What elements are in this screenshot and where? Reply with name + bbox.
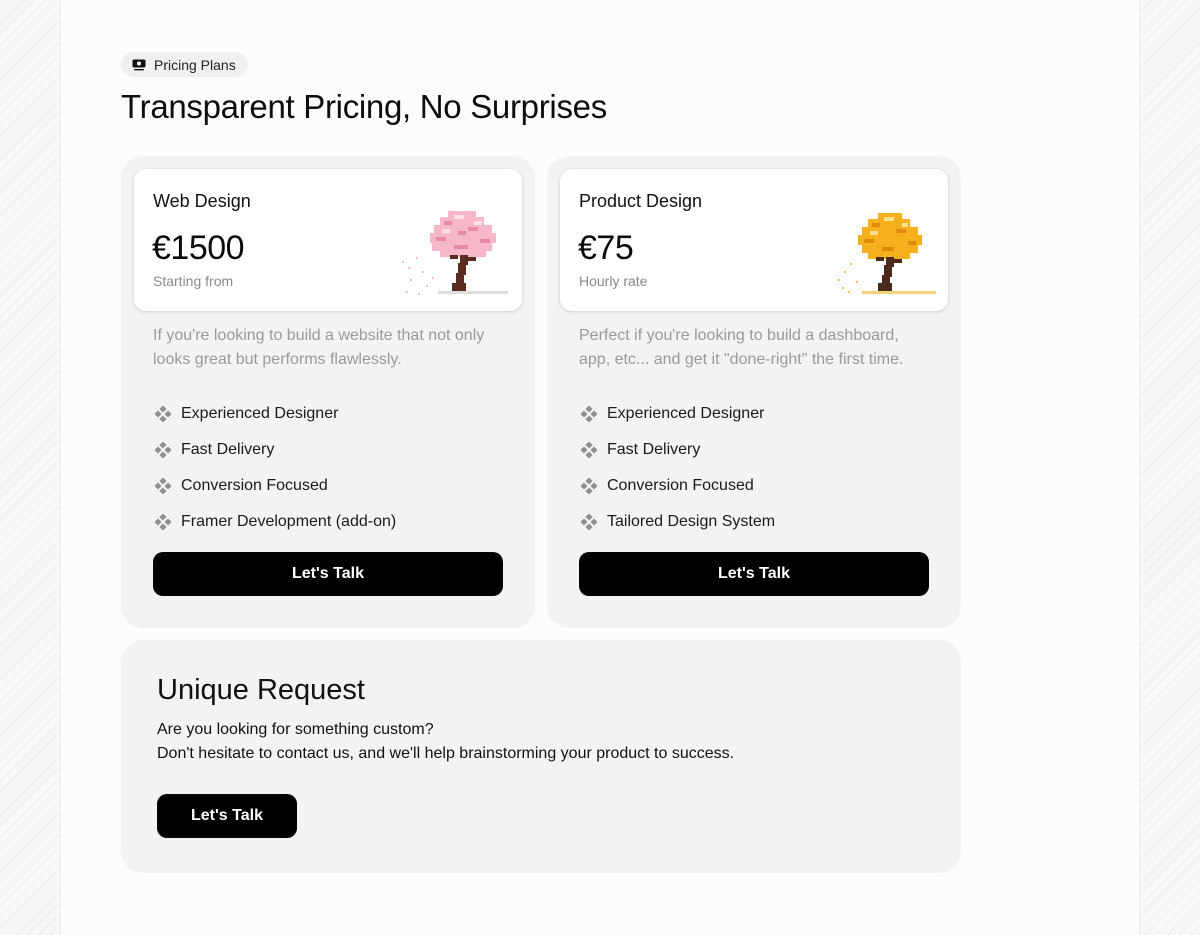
feature-label: Framer Development (add-on) [181,513,397,530]
lets-talk-button-unique-request[interactable]: Let's Talk [157,794,297,838]
badge-label: Pricing Plans [154,56,236,73]
unique-request-line: Don't hesitate to contact us, and we'll … [157,745,735,762]
lets-talk-button-product-design[interactable]: Let's Talk [579,552,929,596]
feature-label: Conversion Focused [181,477,328,494]
feature-label: Fast Delivery [181,441,275,458]
price-card: Web Design €1500 Starting from [134,169,522,311]
diamond-cluster-icon [580,513,598,531]
price-card: Product Design €75 Hourly rate [560,169,948,311]
feature-label: Experienced Designer [607,405,765,422]
money-icon [132,59,146,70]
feature-label: Tailored Design System [607,513,776,530]
unique-request-card: Unique Request Are you looking for somet… [121,640,961,873]
feature-item: Fast Delivery [153,432,396,468]
plan-price: €75 [578,229,634,267]
diamond-cluster-icon [154,513,172,531]
feature-item: Experienced Designer [579,396,775,432]
pink-pixel-tree-icon [402,211,508,295]
plan-card-product-design: Product Design €75 Hourly rate Perfect i… [547,156,961,628]
feature-label: Fast Delivery [607,441,701,458]
page: Pricing Plans Transparent Pricing, No Su… [0,0,1200,935]
pricing-plans-badge: Pricing Plans [121,52,248,77]
feature-list: Experienced Designer Fast Delivery Conve… [153,396,396,540]
gold-pixel-tree-icon [838,213,936,294]
feature-item: Framer Development (add-on) [153,504,396,540]
feature-label: Conversion Focused [607,477,754,494]
plan-card-web-design: Web Design €1500 Starting from If you're… [121,156,535,628]
unique-request-title: Unique Request [157,674,365,706]
plan-price: €1500 [152,229,245,267]
plan-price-note: Starting from [153,273,234,289]
page-title: Transparent Pricing, No Surprises [121,88,607,125]
diamond-cluster-icon [580,405,598,423]
feature-list: Experienced Designer Fast Delivery Conve… [579,396,775,540]
feature-item: Tailored Design System [579,504,775,540]
plan-price-note: Hourly rate [579,273,648,289]
plan-name: Web Design [153,191,251,211]
main-content: Pricing Plans Transparent Pricing, No Su… [60,0,1140,935]
feature-item: Conversion Focused [579,468,775,504]
plan-description: If you're looking to build a website tha… [153,327,485,368]
feature-label: Experienced Designer [181,405,339,422]
feature-item: Experienced Designer [153,396,396,432]
feature-item: Fast Delivery [579,432,775,468]
diamond-cluster-icon [154,441,172,459]
plan-description: Perfect if you're looking to build a das… [579,327,904,368]
diamond-cluster-icon [154,477,172,495]
feature-item: Conversion Focused [153,468,396,504]
diamond-cluster-icon [154,405,172,423]
diamond-cluster-icon [580,477,598,495]
plan-name: Product Design [579,191,703,211]
unique-request-line: Are you looking for something custom? [157,721,434,738]
unique-request-text: Are you looking for something custom? Do… [157,718,734,766]
lets-talk-button-web-design[interactable]: Let's Talk [153,552,503,596]
diamond-cluster-icon [580,441,598,459]
